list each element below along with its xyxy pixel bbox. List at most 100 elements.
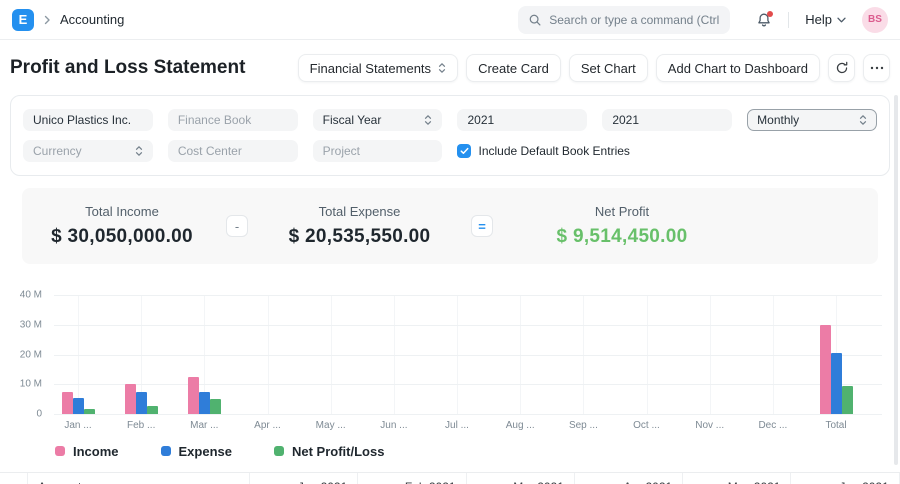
refresh-button[interactable] [828,54,855,82]
end-year-input[interactable] [602,109,733,131]
page-title: Profit and Loss Statement [10,57,246,78]
nav-divider [788,11,790,28]
legend-item-income: Income [55,444,119,459]
x-axis-tick-label: May ... [315,420,346,431]
notifications-button[interactable] [756,10,774,28]
x-axis-tick-label: Jan ... [64,420,92,431]
x-axis-tick-label: Aug ... [505,420,535,431]
horizontal-gridline [54,384,882,386]
x-axis-tick-label: Nov ... [695,420,725,431]
bar-income-3[interactable] [187,376,199,414]
currency-select-label: Currency [33,144,82,158]
report-type-label: Financial Statements [309,60,432,76]
net-profit-value: $ 9,514,450.00 [556,226,688,247]
legend-label: Expense [178,443,232,459]
x-axis-tick-label: Feb ... [127,420,156,431]
total-expense-value: $ 20,535,550.00 [288,226,431,247]
filter-based-on-select[interactable]: Fiscal Year [312,109,443,131]
operator-cell: - [222,215,252,237]
help-menu[interactable]: Help [805,12,846,27]
periodicity-select-label: Monthly [757,113,800,127]
operator-cell: = [467,215,497,237]
filter-based-on-select-label: Fiscal Year [322,113,382,127]
periodicity-select[interactable]: Monthly [747,109,877,131]
chevron-down-icon [837,17,846,23]
equals-operator: = [471,215,493,237]
y-axis-tick-label: 0 [36,408,42,420]
breadcrumb-accounting[interactable]: Accounting [60,12,124,27]
legend-item-expense: Expense [160,443,232,459]
set-chart-button[interactable]: Set Chart [568,54,648,82]
minus-operator: - [226,215,248,237]
create-card-button[interactable]: Create Card [466,54,561,82]
bar-net-profit-loss-2[interactable] [146,406,158,414]
bar-expense-13[interactable] [830,352,842,414]
add-chart-to-dashboard-button[interactable]: Add Chart to Dashboard [655,54,820,82]
bar-income-2[interactable] [124,383,136,414]
x-axis-tick-label: Dec ... [758,420,788,431]
total-income-stat: Total Income $ 30,050,000.00 [22,204,222,248]
column-header-account[interactable]: Account [28,473,250,484]
total-income-label: Total Income [85,204,159,219]
bar-income-13[interactable] [819,324,831,414]
report-table-header: AccountJan 2021Feb 2021Mar 2021Apr 2021M… [0,472,900,484]
x-axis-tick-label: Jul ... [445,420,469,431]
user-avatar[interactable]: BS [862,6,888,33]
include-default-book-entries-checkbox[interactable]: Include Default Book Entries [457,144,877,158]
project-input[interactable] [312,140,443,162]
total-expense-label: Total Expense [318,204,401,219]
checkbox-check-icon [457,144,472,158]
legend-swatch [274,446,284,456]
y-axis-tick-label: 20 M [19,349,42,360]
column-header-mar-2021[interactable]: Mar 2021 [467,473,575,484]
bar-net-profit-loss-1[interactable] [83,408,95,414]
currency-select[interactable]: Currency [23,140,153,162]
report-summary: Total Income $ 30,050,000.00 - Total Exp… [22,188,878,264]
company-input[interactable] [23,109,153,131]
table-index-column-header [0,473,28,484]
navbar-right: Help BS [518,5,888,34]
column-header-jan-2021[interactable]: Jan 2021 [250,473,359,484]
page-actions: Financial Statements Create Card Set Cha… [297,54,890,82]
finance-book-input[interactable] [167,109,298,131]
total-expense-stat: Total Expense $ 20,535,550.00 [252,204,467,248]
total-income-value: $ 30,050,000.00 [51,226,193,247]
search-input[interactable] [549,12,721,27]
column-header-feb-2021[interactable]: Feb 2021 [358,473,467,484]
app-logo-icon[interactable]: E [12,8,34,31]
page-scrollbar[interactable] [894,95,898,465]
cost-center-input[interactable] [167,140,298,162]
start-year-input[interactable] [457,109,588,131]
net-profit-stat: Net Profit $ 9,514,450.00 [497,204,747,248]
help-label: Help [805,12,832,27]
x-axis-tick-label: Mar ... [190,420,219,431]
x-axis-tick-label: Total [825,420,847,431]
chart-legend: Income Expense Net Profit/Loss [55,442,900,460]
column-header-may-2021[interactable]: May 2021 [683,473,792,484]
legend-swatch [55,446,65,456]
global-search[interactable] [518,5,731,34]
report-type-select[interactable]: Financial Statements [297,54,459,82]
column-header-jun-2021[interactable]: Jun 2021 [791,473,900,484]
checkbox-label: Include Default Book Entries [478,144,630,158]
bar-net-profit-loss-3[interactable] [209,399,221,414]
y-axis-tick-label: 40 M [19,289,42,301]
profit-loss-bar-chart: 40 M 30 M 20 M 10 M 0 Jan ... Feb ... Mar ... Ap… [10,286,890,436]
x-axis-tick-label: Sep ... [568,420,598,431]
refresh-icon [835,61,849,75]
report-filters-card: Fiscal Year Monthly Currency Include Defaul… [10,95,890,176]
column-header-apr-2021[interactable]: Apr 2021 [575,473,684,484]
net-profit-label: Net Profit [594,204,650,219]
select-caret-icon [859,115,867,125]
select-caret-icon [425,115,432,125]
more-menu-button[interactable] [863,54,890,82]
bar-net-profit-loss-13[interactable] [841,385,853,414]
x-axis-tick-label: Jun ... [380,420,408,431]
bar-income-1[interactable] [61,392,73,414]
bar-expense-3[interactable] [198,391,210,414]
y-axis-tick-label: 10 M [19,378,42,390]
chevron-right-icon [43,15,51,25]
bar-expense-1[interactable] [72,397,84,414]
bar-expense-2[interactable] [135,391,147,414]
legend-swatch [160,446,171,456]
